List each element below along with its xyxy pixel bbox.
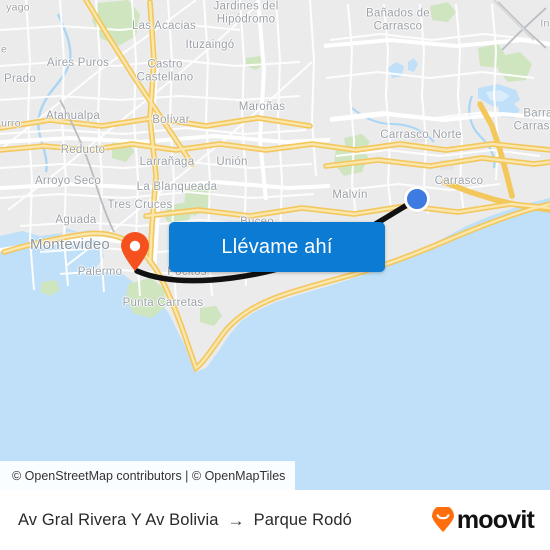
footer-bar: Av Gral Rivera Y Av Bolivia → Parque Rod…: [0, 490, 550, 550]
map-attribution: © OpenStreetMap contributors | © OpenMap…: [0, 461, 296, 490]
arrow-right-icon: →: [227, 510, 245, 530]
map-canvas[interactable]: yago Las Acacias Jardines del Hipódromo Bañ…: [0, 0, 550, 490]
take-me-there-button[interactable]: Llévame ahí: [169, 222, 385, 272]
attribution-text: © OpenStreetMap contributors | © OpenMap…: [12, 468, 286, 483]
moovit-logo[interactable]: moovit: [430, 505, 535, 534]
map-screen: yago Las Acacias Jardines del Hipódromo Bañ…: [0, 0, 550, 550]
moovit-wordmark: moovit: [456, 505, 535, 534]
origin-pin-marker[interactable]: [120, 232, 150, 272]
destination-dot-marker[interactable]: [404, 186, 430, 212]
route-origin-label: Av Gral Rivera Y Av Bolivia: [18, 510, 219, 529]
route-summary: Av Gral Rivera Y Av Bolivia → Parque Rod…: [18, 511, 352, 530]
map-pin-icon: [121, 232, 149, 271]
moovit-pin-icon: [431, 507, 454, 532]
route-destination-label: Parque Rodó: [253, 510, 352, 529]
